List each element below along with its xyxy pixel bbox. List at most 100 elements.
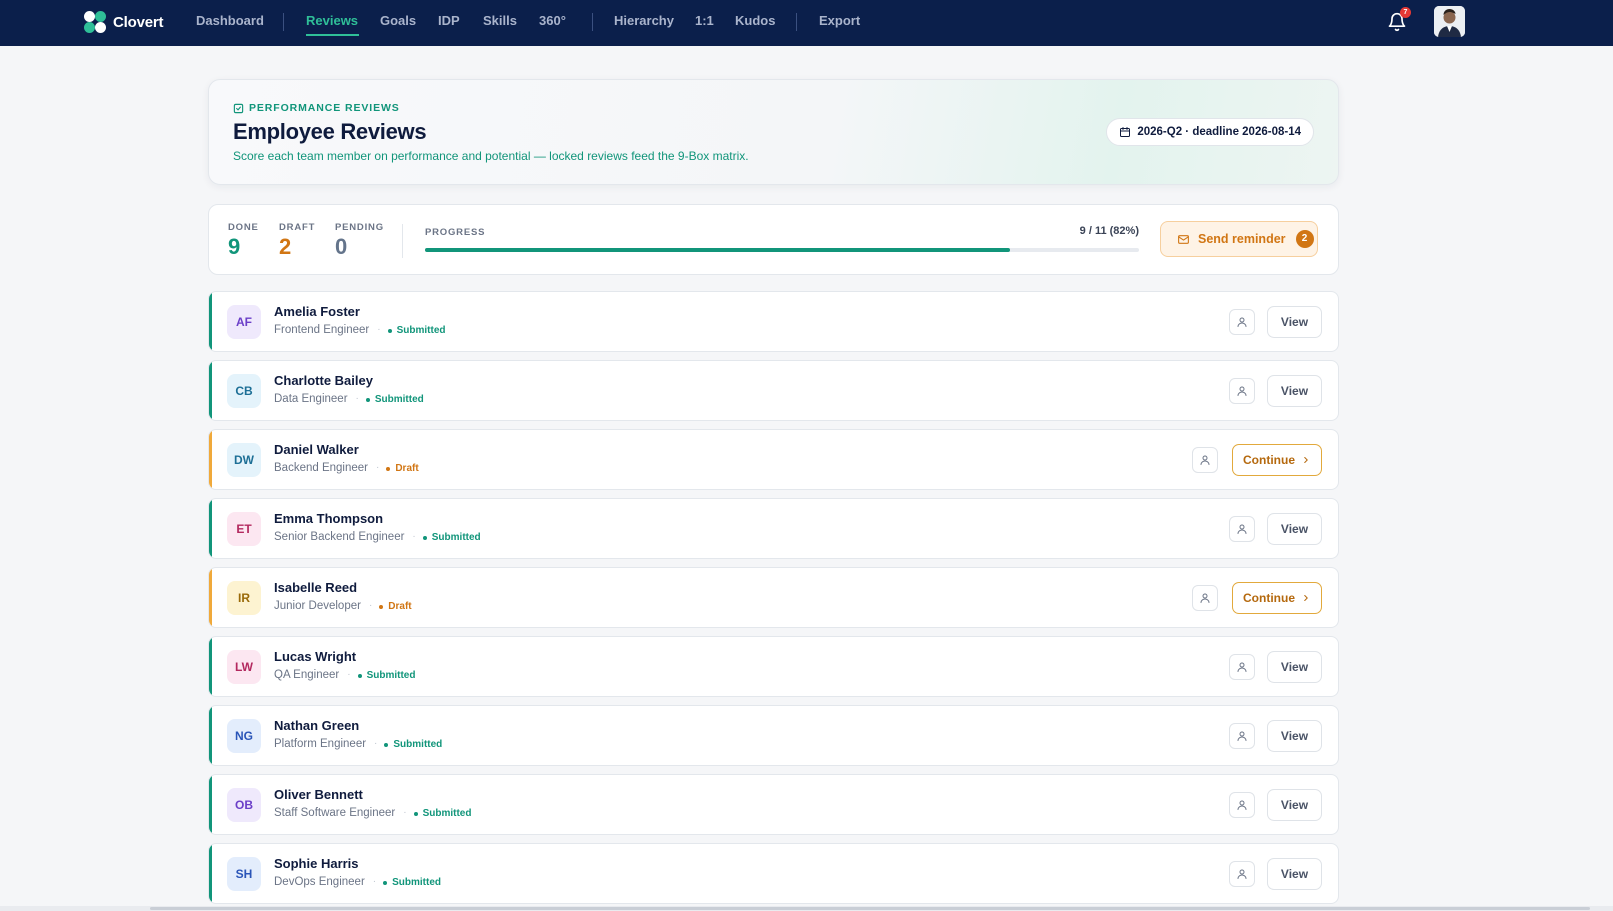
review-status-badge: Draft xyxy=(386,463,419,474)
review-status-text: Submitted xyxy=(431,532,481,543)
view-review-button[interactable]: View xyxy=(1267,789,1322,821)
page-subtitle: Score each team member on performance an… xyxy=(233,149,749,163)
action-label: View xyxy=(1280,867,1309,881)
review-status-text: Submitted xyxy=(393,739,443,750)
employee-name: Amelia Foster xyxy=(274,304,360,319)
employee-meta: DevOps Engineer · Submitted xyxy=(274,875,441,889)
employee-name: Emma Thompson xyxy=(274,511,384,526)
employee-role: Junior Developer xyxy=(274,599,361,612)
employee-role: QA Engineer xyxy=(274,668,340,681)
employee-meta: Staff Software Engineer · Submitted xyxy=(274,806,471,820)
employee-role: Staff Software Engineer xyxy=(274,806,396,819)
employee-name: Daniel Walker xyxy=(274,442,359,457)
review-row[interactable]: SH Sophie Harris DevOps Engineer · Submitted… xyxy=(208,843,1339,904)
nav-divider xyxy=(283,13,284,31)
review-status-badge: Draft xyxy=(379,601,412,612)
page-title: Employee Reviews xyxy=(233,119,427,144)
employee-profile-button[interactable] xyxy=(1192,585,1218,611)
action-label: View xyxy=(1280,660,1309,674)
nav-idp[interactable]: IDP xyxy=(438,13,460,28)
employee-meta: Backend Engineer · Draft xyxy=(274,461,419,475)
nav-dashboard[interactable]: Dashboard xyxy=(196,13,264,28)
employee-profile-button[interactable] xyxy=(1229,723,1255,749)
employee-initials-avatar: SH xyxy=(227,857,261,891)
review-status-text: Submitted xyxy=(366,670,416,681)
person-icon xyxy=(1236,523,1248,535)
continue-review-button[interactable]: Continue xyxy=(1232,444,1322,476)
employee-role: Data Engineer xyxy=(274,392,348,405)
meta-separator: · xyxy=(403,807,407,818)
employee-profile-button[interactable] xyxy=(1229,861,1255,887)
person-icon xyxy=(1236,385,1248,397)
employee-profile-button[interactable] xyxy=(1229,654,1255,680)
review-row[interactable]: IR Isabelle Reed Junior Developer · Draft Con… xyxy=(208,567,1339,628)
horizontal-scrollbar-thumb[interactable] xyxy=(150,907,1590,910)
status-dot-icon xyxy=(383,880,388,885)
employee-meta: Platform Engineer · Submitted xyxy=(274,737,443,751)
employee-profile-button[interactable] xyxy=(1229,792,1255,818)
nav-skills[interactable]: Skills xyxy=(483,13,517,28)
app-logo[interactable]: Clovert xyxy=(83,9,163,35)
meta-separator: · xyxy=(368,600,373,611)
nav-active-indicator xyxy=(306,34,359,36)
person-icon xyxy=(1236,799,1248,811)
stat-pending: PENDING 0 xyxy=(335,222,384,260)
reviews-header-card: PERFORMANCE REVIEWS Employee Reviews Sco… xyxy=(208,79,1339,185)
meta-separator: · xyxy=(412,531,416,542)
action-label: Continue xyxy=(1243,591,1295,605)
employee-profile-button[interactable] xyxy=(1229,516,1255,542)
stat-draft-label: DRAFT xyxy=(279,222,316,233)
review-stats-card: DONE 9 DRAFT 2 PENDING 0 PROGRESS 9 / 11… xyxy=(208,204,1339,275)
period-text: 2026-Q2 · deadline 2026-08-14 xyxy=(1137,126,1301,138)
nav-hierarchy[interactable]: Hierarchy xyxy=(614,13,674,28)
user-avatar[interactable] xyxy=(1434,6,1465,37)
employee-profile-button[interactable] xyxy=(1229,378,1255,404)
view-review-button[interactable]: View xyxy=(1267,858,1322,890)
nav-one-on-one[interactable]: 1:1 xyxy=(695,13,714,28)
nav-kudos[interactable]: Kudos xyxy=(735,13,775,28)
employee-initials-avatar: LW xyxy=(227,650,261,684)
eyebrow-text: PERFORMANCE REVIEWS xyxy=(249,102,400,114)
review-row[interactable]: NG Nathan Green Platform Engineer · Submitte… xyxy=(208,705,1339,766)
review-row[interactable]: AF Amelia Foster Frontend Engineer · Submitt… xyxy=(208,291,1339,352)
review-row[interactable]: LW Lucas Wright QA Engineer · Submitted View xyxy=(208,636,1339,697)
review-row[interactable]: OB Oliver Bennett Staff Software Engineer ·… xyxy=(208,774,1339,835)
reminder-count-badge: 2 xyxy=(1295,230,1314,248)
nav-goals[interactable]: Goals xyxy=(380,13,416,28)
stat-draft: DRAFT 2 xyxy=(279,222,315,260)
review-status-text: Draft xyxy=(388,601,412,612)
review-row[interactable]: DW Daniel Walker Backend Engineer · Draft Con… xyxy=(208,429,1339,490)
calendar-icon xyxy=(1120,127,1131,137)
clover-logo-icon xyxy=(83,9,107,35)
view-review-button[interactable]: View xyxy=(1267,306,1322,338)
employee-initials-avatar: IR xyxy=(227,581,261,615)
view-review-button[interactable]: View xyxy=(1267,651,1322,683)
top-nav-bar: Clovert Dashboard Reviews Goals IDP Skil… xyxy=(0,0,1613,46)
employee-initials-avatar: ET xyxy=(227,512,261,546)
employee-profile-button[interactable] xyxy=(1229,309,1255,335)
nav-divider xyxy=(796,13,797,31)
person-icon xyxy=(1236,730,1248,742)
employee-profile-button[interactable] xyxy=(1192,447,1218,473)
review-row[interactable]: ET Emma Thompson Senior Backend Engineer · S… xyxy=(208,498,1339,559)
send-reminder-button[interactable]: Send reminder 2 xyxy=(1160,221,1318,257)
employee-initials-avatar: OB xyxy=(227,788,261,822)
view-review-button[interactable]: View xyxy=(1267,375,1322,407)
nav-export[interactable]: Export xyxy=(819,13,860,28)
notification-badge: 7 xyxy=(1400,7,1411,18)
view-review-button[interactable]: View xyxy=(1267,513,1322,545)
nav-reviews[interactable]: Reviews xyxy=(306,13,358,28)
nav-360[interactable]: 360° xyxy=(539,13,566,28)
review-period-badge[interactable]: 2026-Q2 · deadline 2026-08-14 xyxy=(1106,118,1314,146)
view-review-button[interactable]: View xyxy=(1267,720,1322,752)
employee-name: Nathan Green xyxy=(274,718,360,733)
status-dot-icon xyxy=(413,811,418,816)
employee-meta: Senior Backend Engineer · Submitted xyxy=(274,530,481,544)
meta-separator: · xyxy=(374,738,378,749)
person-icon xyxy=(1236,661,1248,673)
meta-separator: · xyxy=(377,324,381,335)
continue-review-button[interactable]: Continue xyxy=(1232,582,1322,614)
progress-label: PROGRESS xyxy=(425,227,486,238)
review-row[interactable]: CB Charlotte Bailey Data Engineer · Submitte… xyxy=(208,360,1339,421)
employee-initials-avatar: CB xyxy=(227,374,261,408)
